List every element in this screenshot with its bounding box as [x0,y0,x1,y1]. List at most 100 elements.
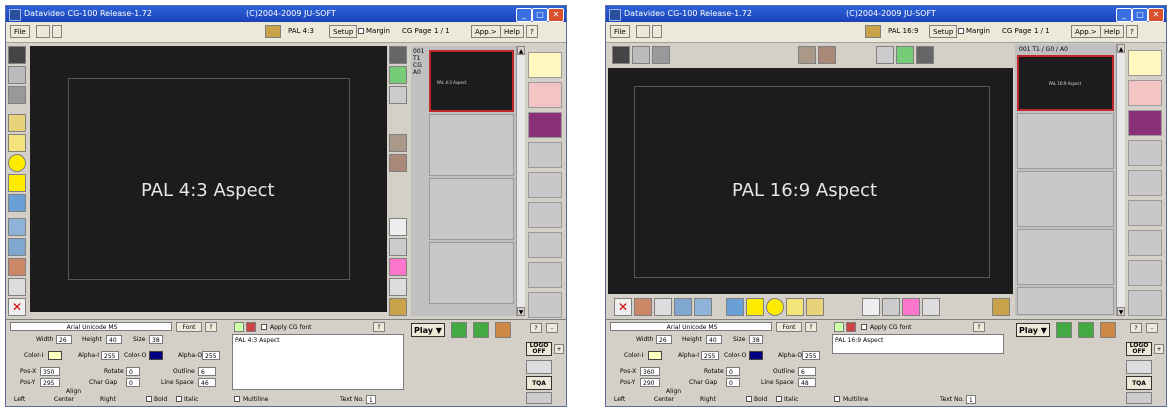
layer-icon[interactable] [389,134,407,152]
text-tool-icon[interactable] [806,298,824,316]
ticker-icon[interactable] [1126,392,1152,404]
video-format[interactable]: PAL 4:3 [288,27,314,35]
play-button[interactable]: Play ▼ [411,323,445,337]
rectangle-tool-icon[interactable] [746,298,764,316]
outline-field[interactable]: 6 [798,367,816,376]
multiline-checkbox[interactable] [834,396,840,402]
right-help-button[interactable]: ? [530,323,542,333]
rotate-field[interactable]: 0 [126,367,140,376]
tqa-button[interactable]: TQA [1126,376,1152,390]
new-page-icon[interactable] [52,25,62,38]
graphic-slot[interactable] [1128,230,1162,256]
color-i-swatch[interactable] [648,351,662,360]
graphic-slot[interactable] [528,232,562,258]
page-thumbnail-2[interactable] [429,114,514,176]
canvas-text[interactable]: PAL 4:3 Aspect [141,180,275,201]
page-thumbnail-4[interactable] [429,242,514,304]
size-field[interactable]: 38 [749,335,763,344]
file-button[interactable]: File [10,25,30,38]
height-field[interactable]: 40 [706,335,722,344]
font-button[interactable]: Font [176,322,202,332]
color-fill-icon[interactable] [674,298,692,316]
save-icon[interactable] [36,25,50,38]
color-fill-icon[interactable] [8,238,26,256]
undo-icon[interactable] [8,278,26,296]
alpha-o-field[interactable]: 255 [802,351,820,360]
text-help-button[interactable]: ? [973,322,985,332]
right-help-button[interactable]: ? [1130,323,1142,333]
new-page-icon[interactable] [652,25,662,38]
graphic-slot[interactable] [1128,290,1162,316]
save-icon[interactable] [636,25,650,38]
page-thumbnail-4[interactable] [1017,229,1114,285]
minimize-icon[interactable]: _ [1116,8,1132,22]
image-tool-icon[interactable] [726,298,744,316]
text-tool-icon[interactable] [8,114,26,132]
preview-icon[interactable] [612,46,630,64]
edit-icon[interactable] [834,322,844,332]
page-thumbnail-2[interactable] [1017,113,1114,169]
edit-icon[interactable] [234,322,244,332]
arrange-icon[interactable] [876,46,894,64]
bold-checkbox[interactable] [746,396,752,402]
clock-icon[interactable] [1126,360,1152,374]
color-i-swatch[interactable] [48,351,62,360]
align-center-radio[interactable]: Center [54,396,74,403]
width-field[interactable]: 26 [656,335,672,344]
alpha-i-field[interactable]: 255 [701,351,719,360]
roll-icon[interactable] [389,278,407,296]
transition-icon[interactable] [389,258,407,276]
width-field[interactable]: 26 [56,335,72,344]
italic-checkbox[interactable] [776,396,782,402]
pos-y-field[interactable]: 290 [640,378,660,387]
load-icon[interactable] [389,218,407,236]
page-thumbnail-5[interactable] [1017,287,1114,315]
size-field[interactable]: 38 [149,335,163,344]
cue-icon[interactable] [473,322,489,338]
italic-checkbox[interactable] [176,396,182,402]
alpha-i-field[interactable]: 255 [101,351,119,360]
char-gap-field[interactable]: 0 [726,378,740,387]
stop-icon[interactable] [495,322,511,338]
logo-plus-button[interactable]: + [554,344,564,354]
outline-field[interactable]: 6 [198,367,216,376]
line-space-field[interactable]: 48 [798,378,816,387]
move-icon[interactable] [389,66,407,84]
clock-icon[interactable] [526,360,552,374]
char-gap-field[interactable]: 0 [126,378,140,387]
ellipse-tool-icon[interactable] [766,298,784,316]
page-thumbnail-1[interactable]: PAL 4:3 Aspect [429,50,514,112]
delete-icon[interactable]: ✕ [614,298,632,316]
color-o-swatch[interactable] [149,351,163,360]
copy-icon[interactable] [634,298,652,316]
line-tool-icon[interactable] [786,298,804,316]
question-button[interactable]: ? [526,25,538,38]
help-button[interactable]: Help [1100,25,1124,38]
grid-icon[interactable] [8,66,26,84]
graphic-slot[interactable] [1128,200,1162,226]
pos-y-field[interactable]: 295 [40,378,60,387]
minimize-icon[interactable]: _ [516,8,532,22]
app-button[interactable]: App.> [1071,25,1101,38]
align-left-radio[interactable]: Left [14,396,25,403]
grid-icon[interactable] [632,46,650,64]
gradient-icon[interactable] [882,298,900,316]
pattern-icon[interactable] [652,46,670,64]
monitor-icon[interactable] [916,46,934,64]
maximize-icon[interactable]: □ [1132,8,1148,22]
page-scrollbar[interactable]: ▲ ▼ [516,46,525,316]
grapes-graphic-icon[interactable] [1128,110,1162,136]
scroll-down-icon[interactable]: ▼ [1117,307,1125,316]
undo-icon[interactable] [654,298,672,316]
text-help-button[interactable]: ? [373,322,385,332]
preview-canvas[interactable]: PAL 16:9 Aspect [608,68,1013,294]
graphic-slot[interactable] [1128,140,1162,166]
setup-button[interactable]: Setup [929,25,958,38]
group-icon[interactable] [818,46,836,64]
color-o-swatch[interactable] [749,351,763,360]
graphic-slot[interactable] [528,292,562,318]
text-no-field[interactable]: 1 [366,395,376,404]
right-minus-button[interactable]: - [1146,323,1158,333]
paint-icon[interactable] [8,218,26,236]
multiline-checkbox[interactable] [234,396,240,402]
